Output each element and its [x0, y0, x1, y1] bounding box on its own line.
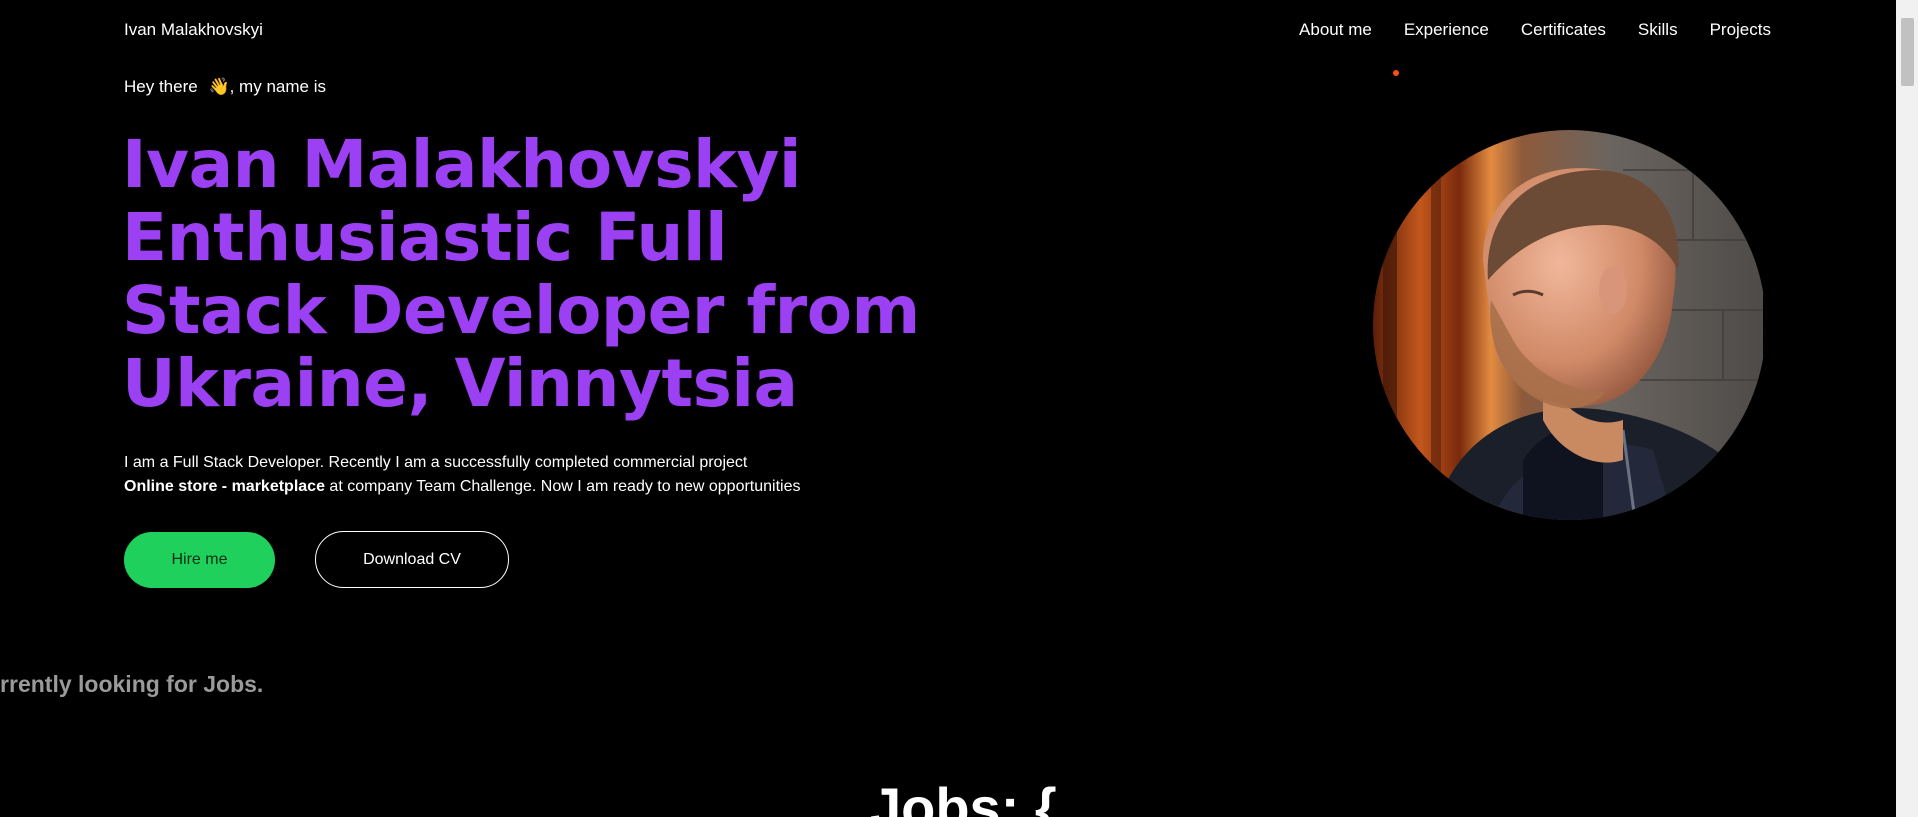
waving-hand-icon: 👋	[208, 77, 230, 96]
site-brand[interactable]: Ivan Malakhovskyi	[124, 20, 263, 40]
greeting-suffix: , my name is	[229, 77, 326, 96]
greeting-prefix: Hey there	[124, 77, 198, 96]
nav-certificates[interactable]: Certificates	[1521, 20, 1606, 40]
hero-title: Ivan Malakhovskyi Enthusiastic Full Stac…	[122, 126, 920, 422]
hero-title-line-3: Stack Developer from	[122, 272, 920, 349]
hero-title-line-4: Ukraine, Vinnytsia	[122, 345, 798, 422]
greeting: Hey there 👋, my name is	[124, 77, 326, 97]
nav-experience[interactable]: Experience	[1404, 20, 1489, 40]
marquee-text: urrently looking for Jobs.	[0, 671, 264, 697]
intro-line-2: at company Team Challenge. Now I am read…	[324, 478, 801, 495]
nav-projects[interactable]: Projects	[1710, 20, 1771, 40]
hero-title-line-2: Enthusiastic Full	[122, 199, 728, 276]
scrollbar-thumb[interactable]	[1901, 18, 1914, 86]
intro-line-1: I am a Full Stack Developer. Recently I …	[124, 454, 748, 471]
intro-text: I am a Full Stack Developer. Recently I …	[124, 451, 844, 499]
hire-me-button[interactable]: Hire me	[124, 532, 275, 588]
hero-title-line-1: Ivan Malakhovskyi	[122, 126, 802, 203]
nav-active-indicator	[1393, 70, 1399, 76]
page-scrollbar[interactable]	[1896, 0, 1918, 817]
intro-project-name: Online store - marketplace	[124, 478, 325, 495]
portrait-photo-icon	[1373, 130, 1766, 520]
download-cv-button[interactable]: Download CV	[315, 531, 509, 588]
portfolio-page: Ivan Malakhovskyi About me Experience Ce…	[0, 0, 1918, 817]
nav-skills[interactable]: Skills	[1638, 20, 1678, 40]
jobs-section-heading: Jobs: {	[870, 776, 1057, 817]
main-nav: About me Experience Certificates Skills …	[1299, 20, 1771, 40]
avatar	[1373, 130, 1766, 520]
nav-about-me[interactable]: About me	[1299, 20, 1372, 40]
